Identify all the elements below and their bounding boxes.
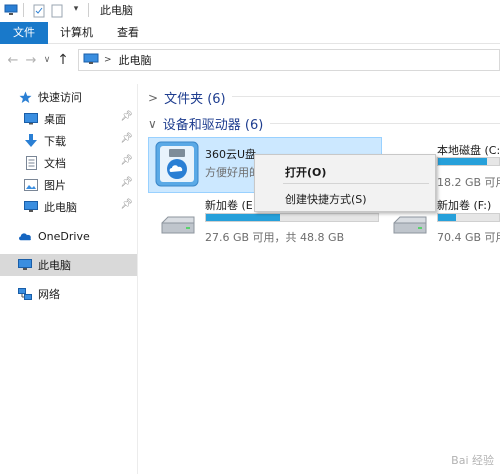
pin-icon[interactable]: 📌︎: [120, 111, 133, 122]
drive-usage-fill: [438, 214, 457, 221]
context-menu-create-shortcut[interactable]: 创建快捷方式(S): [285, 191, 367, 207]
sidebar-item-this-pc-pinned[interactable]: 此电脑 📌︎: [0, 196, 137, 218]
section-divider: [270, 123, 500, 124]
sidebar-item-label: 图片: [44, 179, 66, 192]
devices-header-label: 设备和驱动器 (6): [162, 118, 264, 133]
chevron-down-icon[interactable]: ▾: [69, 4, 83, 16]
drive-info: 70.4 GB 可用: [437, 231, 500, 244]
pin-icon[interactable]: 📌︎: [120, 199, 133, 210]
tab-computer[interactable]: 计算机: [48, 22, 105, 44]
breadcrumb-item[interactable]: 此电脑: [119, 52, 152, 68]
menu-divider: [283, 183, 429, 184]
sidebar-item-label: 此电脑: [44, 201, 77, 214]
quick-access-toolbar: ▾: [0, 0, 94, 20]
sidebar-item-label: OneDrive: [38, 229, 90, 243]
section-divider: [232, 96, 500, 97]
desktop-icon: [24, 112, 38, 126]
computer-icon: [18, 258, 32, 272]
usb-cloud-drive-icon: [155, 141, 199, 190]
sidebar-item-quick-access[interactable]: 快速访问: [0, 86, 137, 108]
download-arrow-icon: [24, 134, 38, 148]
drive-name: 本地磁盘 (C:: [437, 144, 500, 157]
sidebar-item-label: 桌面: [44, 113, 66, 126]
toolbar-divider: [23, 3, 24, 17]
hard-drive-icon: [160, 213, 196, 235]
title-bar: ▾ 此电脑: [0, 0, 500, 20]
chevron-right-icon[interactable]: >: [148, 91, 158, 105]
drive-usage-fill: [438, 158, 487, 165]
computer-icon[interactable]: [4, 4, 18, 16]
forward-arrow-icon[interactable]: →: [22, 50, 40, 70]
sidebar-item-downloads[interactable]: 下载 📌︎: [0, 130, 137, 152]
toolbar-divider: [88, 3, 89, 17]
back-arrow-icon[interactable]: ←: [4, 50, 22, 70]
context-menu: 打开(O) 创建快捷方式(S): [254, 154, 436, 212]
drive-usage-bar: [437, 157, 500, 166]
navigation-pane: 快速访问 桌面 📌︎ 下载 📌︎ 文档 📌︎ 图片 📌︎ 此电脑 📌︎ OneD…: [0, 84, 138, 474]
pin-icon[interactable]: 📌︎: [120, 177, 133, 188]
chevron-down-icon[interactable]: ∨: [148, 117, 157, 131]
ribbon-tabs: 文件 计算机 查看: [0, 22, 500, 44]
sidebar-item-label: 文档: [44, 157, 66, 170]
star-icon: [18, 90, 32, 104]
cloud-icon: [18, 229, 32, 243]
computer-icon: [83, 53, 99, 68]
recent-locations-chevron-icon[interactable]: ∨: [40, 50, 54, 70]
context-menu-open[interactable]: 打开(O): [285, 164, 326, 180]
devices-section-header[interactable]: ∨ 设备和驱动器 (6): [148, 114, 264, 134]
drive-info: 18.2 GB 可用: [437, 176, 500, 189]
navigation-bar: ← → ∨ ↑ > 此电脑: [0, 46, 500, 74]
folders-header-label: 文件夹 (6): [164, 92, 226, 107]
watermark: Bai 经验: [451, 454, 494, 467]
pin-icon[interactable]: 📌︎: [120, 155, 133, 166]
sidebar-item-pictures[interactable]: 图片 📌︎: [0, 174, 137, 196]
drive-name: 360云U盘: [205, 148, 257, 161]
drive-name: 新加卷 (F:): [437, 199, 492, 212]
computer-icon: [24, 200, 38, 214]
up-arrow-icon[interactable]: ↑: [54, 50, 72, 70]
folders-section-header[interactable]: > 文件夹 (6): [148, 88, 226, 108]
drive-usage-fill: [206, 214, 280, 221]
drive-info: 27.6 GB 可用，共 48.8 GB: [205, 231, 345, 244]
hard-drive-icon: [392, 213, 428, 235]
tab-view[interactable]: 查看: [105, 22, 151, 44]
document-icon: [24, 156, 38, 170]
sidebar-item-label: 此电脑: [38, 259, 71, 272]
properties-icon[interactable]: [33, 4, 47, 18]
sidebar-item-network[interactable]: 网络: [0, 283, 137, 305]
sidebar-item-label: 下载: [44, 135, 66, 148]
sidebar-item-onedrive[interactable]: OneDrive: [0, 225, 137, 247]
drive-usage-bar: [205, 213, 379, 222]
new-folder-icon[interactable]: [51, 4, 65, 18]
sidebar-item-label: 快速访问: [38, 91, 82, 104]
sidebar-item-label: 网络: [38, 288, 60, 301]
address-bar[interactable]: > 此电脑: [78, 49, 500, 71]
breadcrumb-chevron-icon[interactable]: >: [104, 55, 112, 65]
network-icon: [18, 287, 32, 301]
drive-usage-bar: [437, 213, 500, 222]
pictures-icon: [24, 178, 38, 192]
drive-info: 方便好用的: [205, 166, 260, 179]
drive-name: 新加卷 (E: [205, 199, 253, 212]
sidebar-item-desktop[interactable]: 桌面 📌︎: [0, 108, 137, 130]
sidebar-item-documents[interactable]: 文档 📌︎: [0, 152, 137, 174]
sidebar-item-this-pc[interactable]: 此电脑: [0, 254, 137, 276]
tab-file[interactable]: 文件: [0, 22, 48, 44]
pin-icon[interactable]: 📌︎: [120, 133, 133, 144]
window-title: 此电脑: [100, 4, 133, 17]
